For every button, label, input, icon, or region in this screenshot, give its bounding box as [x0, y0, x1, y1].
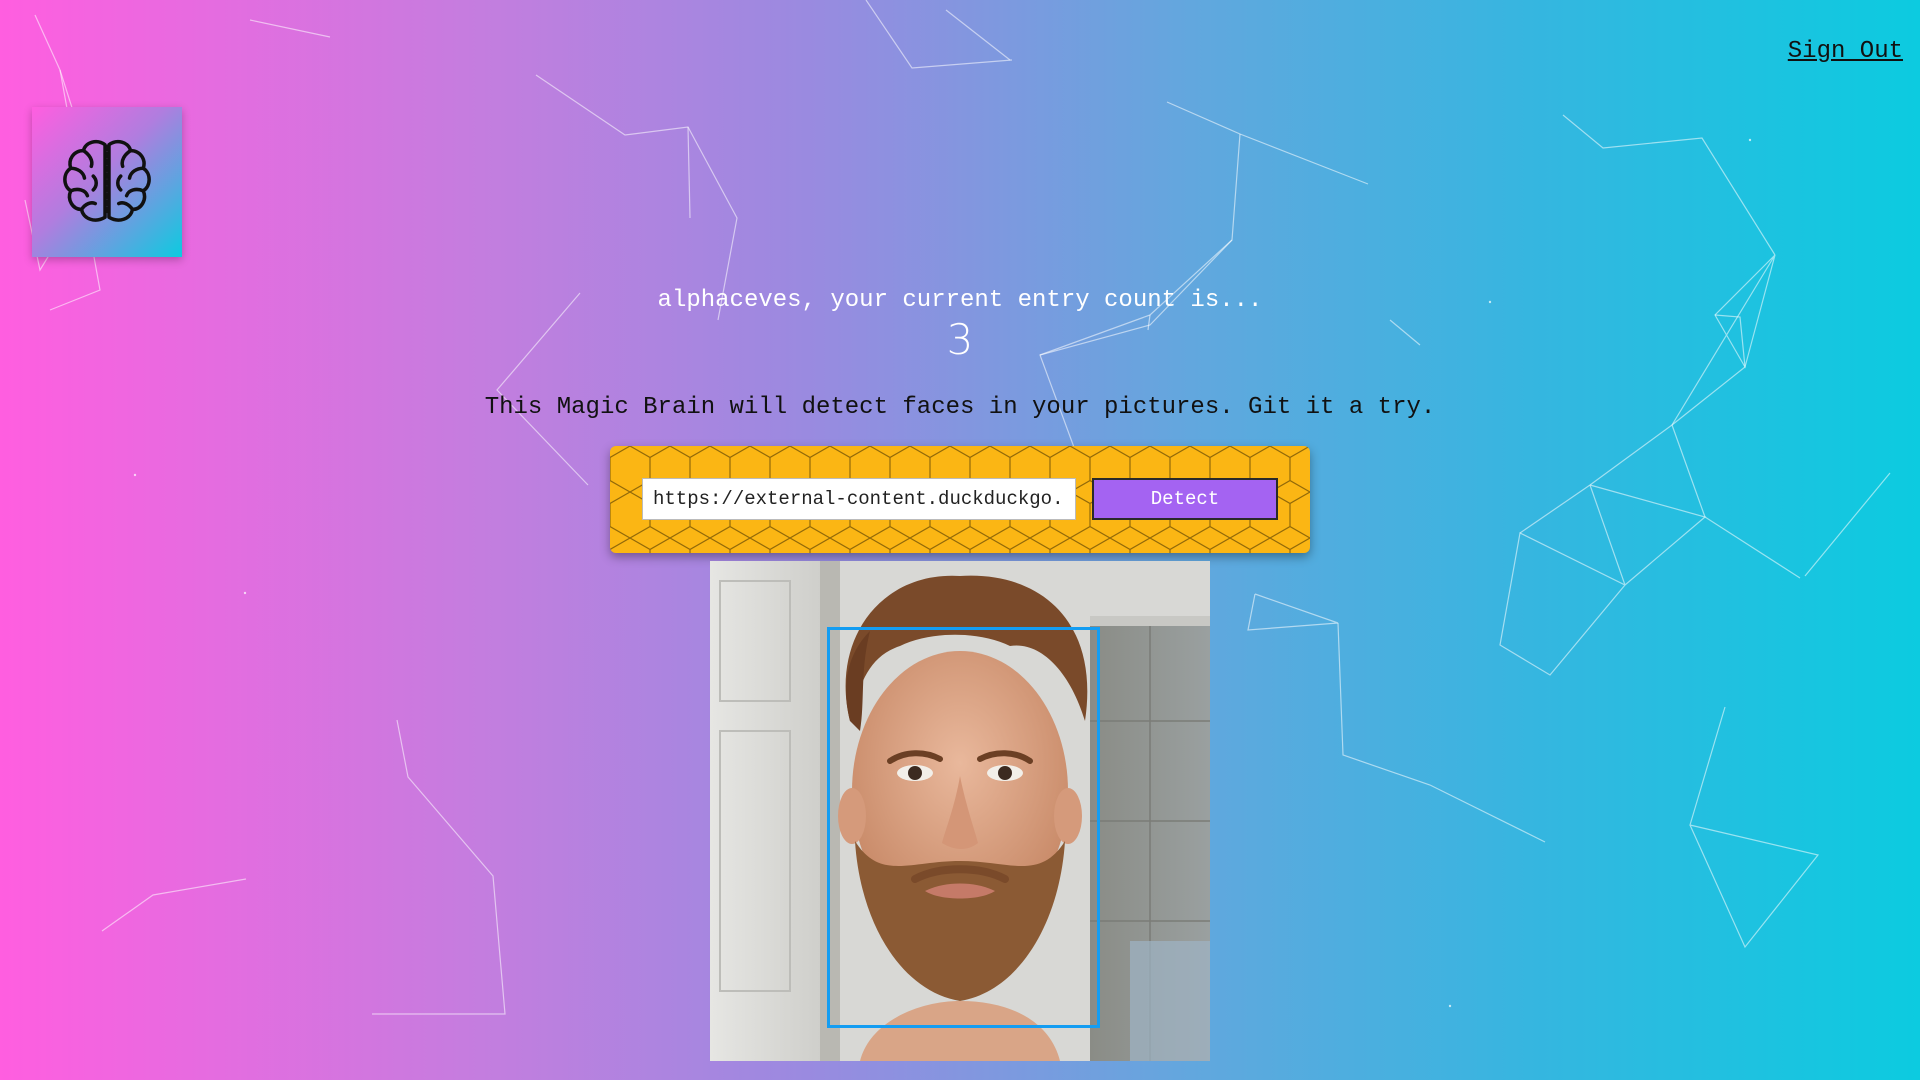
entry-count-value: 3 [946, 315, 974, 364]
input-image [710, 561, 1210, 1061]
image-link-form: Detect [610, 446, 1310, 553]
brain-icon [63, 139, 151, 222]
logo-tile[interactable] [32, 107, 182, 257]
image-url-input[interactable] [642, 478, 1076, 520]
entry-count-message: alphaceves, your current entry count is.… [657, 287, 1263, 314]
detect-button[interactable]: Detect [1092, 478, 1278, 520]
app-description: This Magic Brain will detect faces in yo… [484, 394, 1436, 421]
sign-out-link[interactable]: Sign Out [1788, 38, 1903, 65]
face-bounding-box [827, 627, 1100, 1028]
